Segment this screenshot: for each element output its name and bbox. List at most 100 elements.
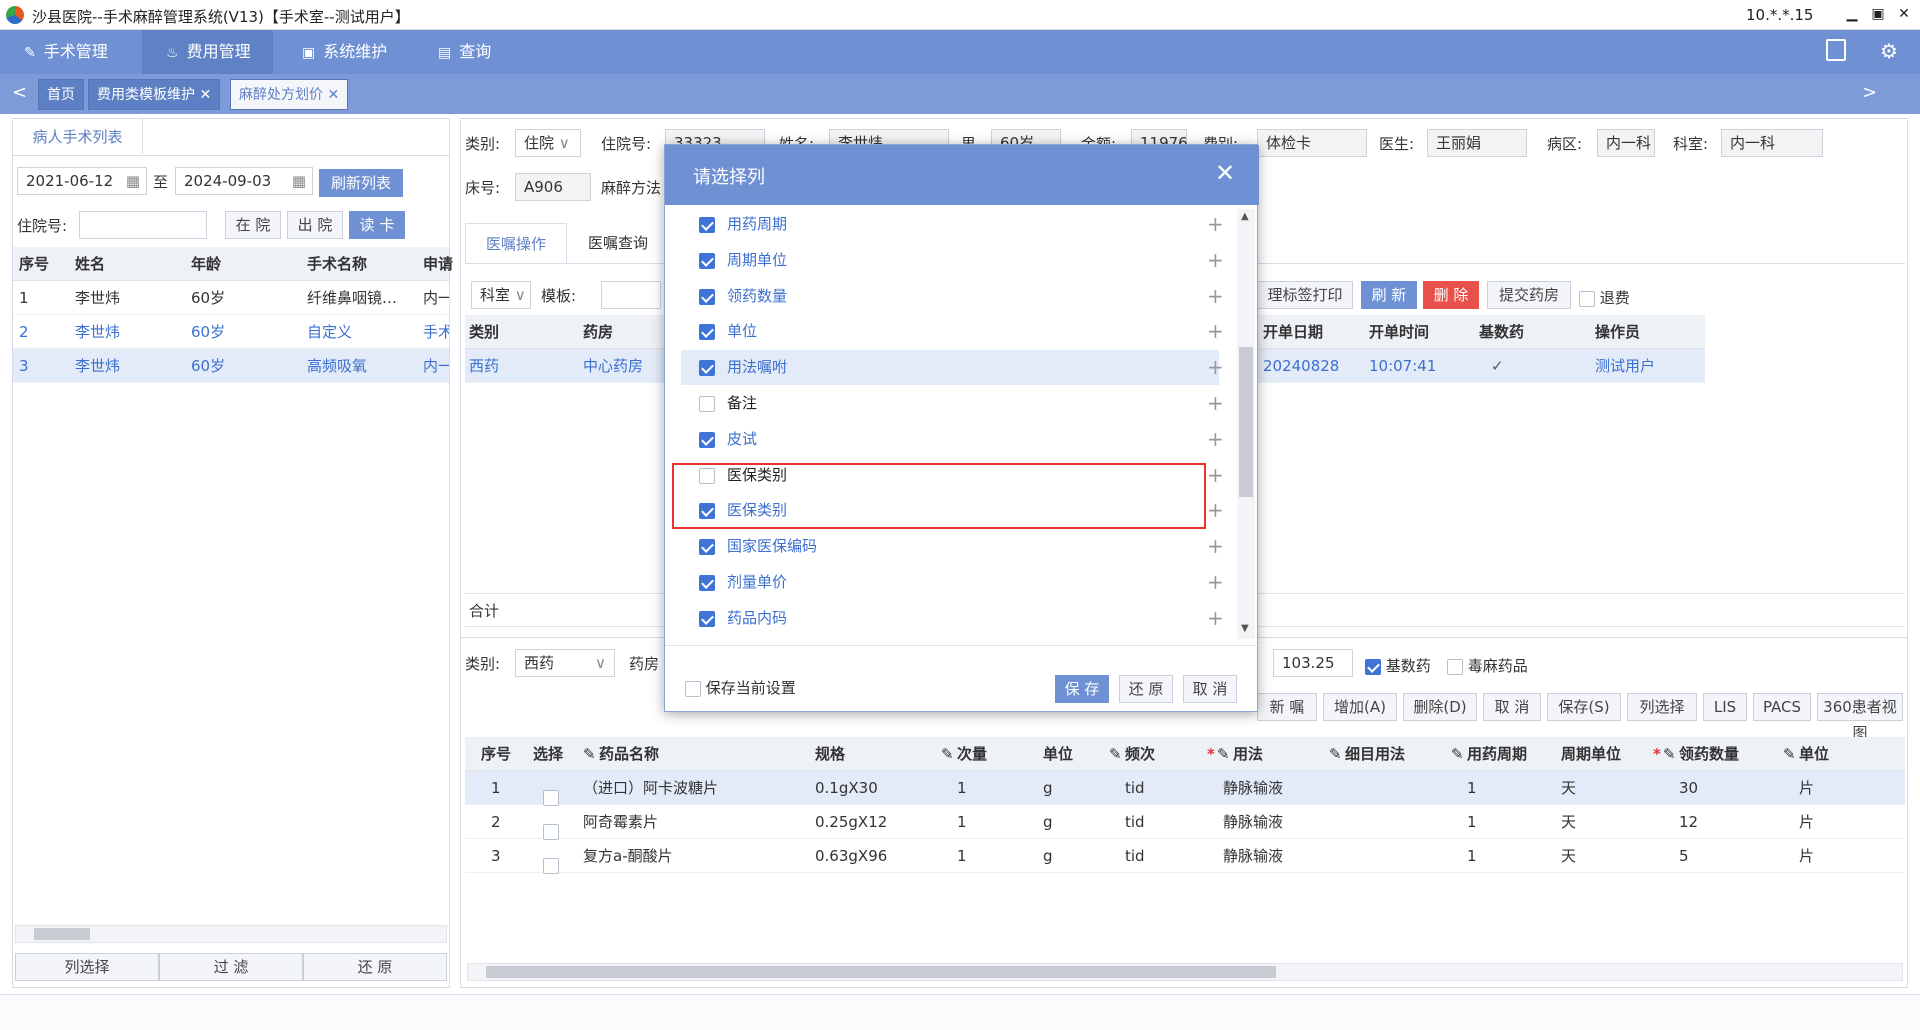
dept-select[interactable]: 科室 ∨ — [471, 281, 531, 309]
table-row[interactable]: 1 李世炜 60岁 纤维鼻咽镜… 内一 — [13, 281, 449, 315]
column-checkbox[interactable] — [699, 288, 715, 305]
pacs-button[interactable]: PACS — [1753, 693, 1811, 721]
restore-button[interactable]: 还 原 — [1119, 675, 1173, 703]
tab-order-query[interactable]: 医嘱查询 — [567, 223, 669, 263]
column-checkbox[interactable] — [699, 324, 715, 341]
delete-button[interactable]: 删 除 — [1423, 281, 1479, 309]
refresh-button[interactable]: 刷 新 — [1361, 281, 1417, 309]
plus-icon[interactable]: + — [1207, 386, 1224, 421]
restore-button[interactable]: 还 原 — [303, 953, 447, 981]
base-drug-checkbox[interactable]: 基数药 — [1365, 655, 1431, 676]
cancel-button[interactable]: 取 消 — [1183, 675, 1237, 703]
plus-icon[interactable]: + — [1207, 314, 1224, 349]
plus-icon[interactable]: + — [1207, 529, 1224, 564]
inpatient-number-input[interactable] — [79, 211, 207, 239]
column-option[interactable]: 领药数量 + — [681, 279, 1224, 314]
plus-icon[interactable]: + — [1207, 637, 1224, 645]
plus-icon[interactable]: + — [1207, 493, 1224, 528]
tab-home[interactable]: 首页 — [38, 79, 84, 110]
close-window-icon[interactable]: ✕ — [1890, 2, 1918, 26]
menu-surgery-management[interactable]: ✎ 手术管理 — [0, 30, 130, 74]
tab-close-icon[interactable]: ✕ — [327, 87, 339, 103]
column-checkbox[interactable] — [699, 396, 715, 412]
tab-order-operation[interactable]: 医嘱操作 — [465, 223, 567, 263]
template-input[interactable] — [601, 281, 661, 309]
plus-icon[interactable]: + — [1207, 565, 1224, 600]
type-select[interactable]: 住院 ∨ — [515, 129, 581, 157]
export-icon[interactable] — [1826, 39, 1846, 61]
column-option[interactable]: 用法嘱咐 + — [681, 350, 1224, 386]
column-checkbox[interactable] — [699, 539, 715, 556]
settings-gear-icon[interactable]: ⚙ — [1880, 39, 1898, 63]
menu-system-maintenance[interactable]: ▣ 系统维护 — [278, 30, 409, 74]
column-checkbox[interactable] — [699, 575, 715, 591]
new-order-button[interactable]: 新 嘱 — [1257, 693, 1317, 721]
table-row[interactable]: 3 复方a-酮酸片 0.63gX96 1 g tid 静脉输液 1 天 5 片 — [465, 839, 1905, 874]
column-option[interactable]: 单位 + — [681, 314, 1224, 349]
save-order-button[interactable]: 保存(S) — [1547, 693, 1621, 721]
column-checkbox[interactable] — [699, 360, 715, 377]
horizontal-scrollbar[interactable] — [15, 925, 447, 943]
save-settings-checkbox[interactable]: 保存当前设置 — [685, 677, 796, 698]
vertical-scrollbar[interactable]: ▲ ▼ — [1237, 209, 1255, 639]
table-row[interactable]: 2 阿奇霉素片 0.25gX12 1 g tid 静脉输液 1 天 12 片 — [465, 805, 1905, 840]
patient-360-view-button[interactable]: 360患者视图 — [1817, 693, 1903, 742]
date-to-input[interactable]: 2024-09-03 ▦ — [175, 167, 313, 195]
cancel-order-button[interactable]: 取 消 — [1483, 693, 1541, 721]
plus-icon[interactable]: + — [1207, 207, 1224, 242]
tab-close-icon[interactable]: ✕ — [199, 87, 211, 103]
column-option[interactable]: 周期单位 + — [681, 243, 1224, 278]
column-select-button[interactable]: 列选择 — [15, 953, 159, 981]
save-button[interactable]: 保 存 — [1055, 675, 1109, 703]
plus-icon[interactable]: + — [1207, 279, 1224, 314]
tab-scroll-right-icon[interactable]: > — [1862, 82, 1877, 103]
scroll-thumb[interactable] — [1239, 347, 1253, 497]
refresh-list-button[interactable]: 刷新列表 — [319, 169, 403, 197]
table-row[interactable]: 2 李世炜 60岁 自定义 手术 — [13, 315, 449, 349]
plus-icon[interactable]: + — [1207, 350, 1224, 385]
plus-icon[interactable]: + — [1207, 458, 1224, 493]
toxic-drug-checkbox[interactable]: 毒麻药品 — [1447, 655, 1528, 676]
discharged-button[interactable]: 出 院 — [287, 211, 343, 239]
in-hospital-button[interactable]: 在 院 — [225, 211, 281, 239]
tab-anesthesia-pricing[interactable]: 麻醉处方划价 ✕ — [230, 79, 349, 110]
lis-button[interactable]: LIS — [1703, 693, 1747, 721]
horizontal-scrollbar[interactable] — [467, 963, 1903, 981]
delete-row-button[interactable]: 删除(D) — [1403, 693, 1477, 721]
filter-button[interactable]: 过 滤 — [159, 953, 303, 981]
column-option[interactable]: 备注 + — [681, 386, 1224, 421]
menu-query[interactable]: ▤ 查询 — [414, 30, 513, 74]
read-card-button[interactable]: 读 卡 — [349, 211, 405, 239]
plus-icon[interactable]: + — [1207, 601, 1224, 636]
refund-checkbox[interactable]: 退费 — [1579, 287, 1630, 308]
table-row[interactable]: 3 李世炜 60岁 高频吸氧 内一 — [13, 349, 449, 383]
date-from-input[interactable]: 2021-06-12 ▦ — [17, 167, 147, 195]
column-option[interactable]: 国家医保编码 + — [681, 529, 1224, 564]
close-icon[interactable]: ✕ — [1215, 159, 1235, 187]
tab-fee-template[interactable]: 费用类模板维护 ✕ — [88, 79, 221, 110]
price-field[interactable]: 103.25 — [1273, 649, 1353, 677]
column-option[interactable]: 单价 + — [681, 637, 1224, 645]
add-button[interactable]: 增加(A) — [1323, 693, 1397, 721]
patient-grid-header: 序号 姓名 年龄 手术名称 申请 — [13, 247, 453, 281]
column-option[interactable]: 皮试 + — [681, 422, 1224, 457]
menu-fee-management[interactable]: ♨ 费用管理 — [142, 30, 273, 74]
column-option[interactable]: 药品内码 + — [681, 601, 1224, 636]
doctor-field: 王丽娟 — [1427, 129, 1527, 157]
drug-type-select[interactable]: 西药 ∨ — [515, 649, 615, 677]
plus-icon[interactable]: + — [1207, 422, 1224, 457]
tab-scroll-left-icon[interactable]: < — [12, 82, 27, 103]
column-checkbox[interactable] — [699, 252, 715, 269]
minimize-icon[interactable]: ▁ — [1838, 2, 1866, 26]
plus-icon[interactable]: + — [1207, 243, 1224, 278]
column-checkbox[interactable] — [699, 610, 715, 627]
column-checkbox[interactable] — [699, 217, 715, 233]
column-checkbox[interactable] — [699, 431, 715, 448]
submit-pharmacy-button[interactable]: 提交药房 — [1487, 281, 1571, 309]
print-label-button[interactable]: 理标签打印 — [1257, 281, 1353, 309]
maximize-icon[interactable]: ▣ — [1864, 2, 1892, 26]
column-select-button[interactable]: 列选择 — [1627, 693, 1697, 721]
column-option[interactable]: 剂量单价 + — [681, 565, 1224, 600]
table-row[interactable]: 1 （进口）阿卡波糖片 0.1gX30 1 g tid 静脉输液 1 天 30 … — [465, 771, 1905, 806]
column-option[interactable]: 用药周期 + — [681, 207, 1224, 242]
